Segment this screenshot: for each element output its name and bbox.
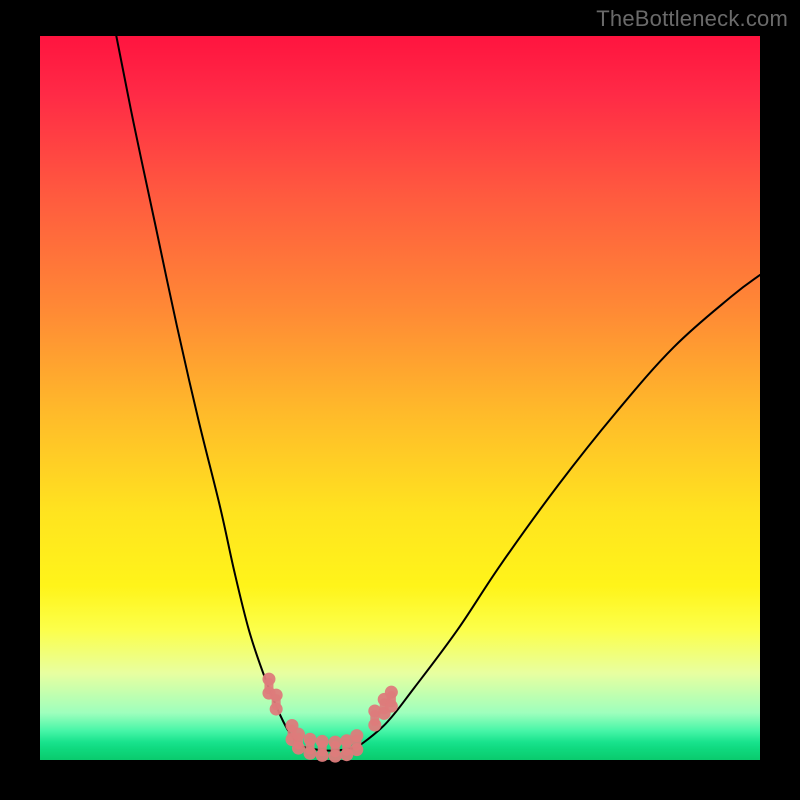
curve-layer xyxy=(40,36,760,760)
trough-marker xyxy=(316,735,329,762)
bottleneck-curve xyxy=(116,36,760,751)
plot-area xyxy=(40,36,760,760)
watermark-text: TheBottleneck.com xyxy=(596,6,788,32)
chart-frame: TheBottleneck.com xyxy=(0,0,800,800)
trough-markers xyxy=(262,673,397,763)
curve-line xyxy=(116,36,760,751)
trough-marker xyxy=(368,705,381,732)
trough-marker xyxy=(270,689,283,716)
